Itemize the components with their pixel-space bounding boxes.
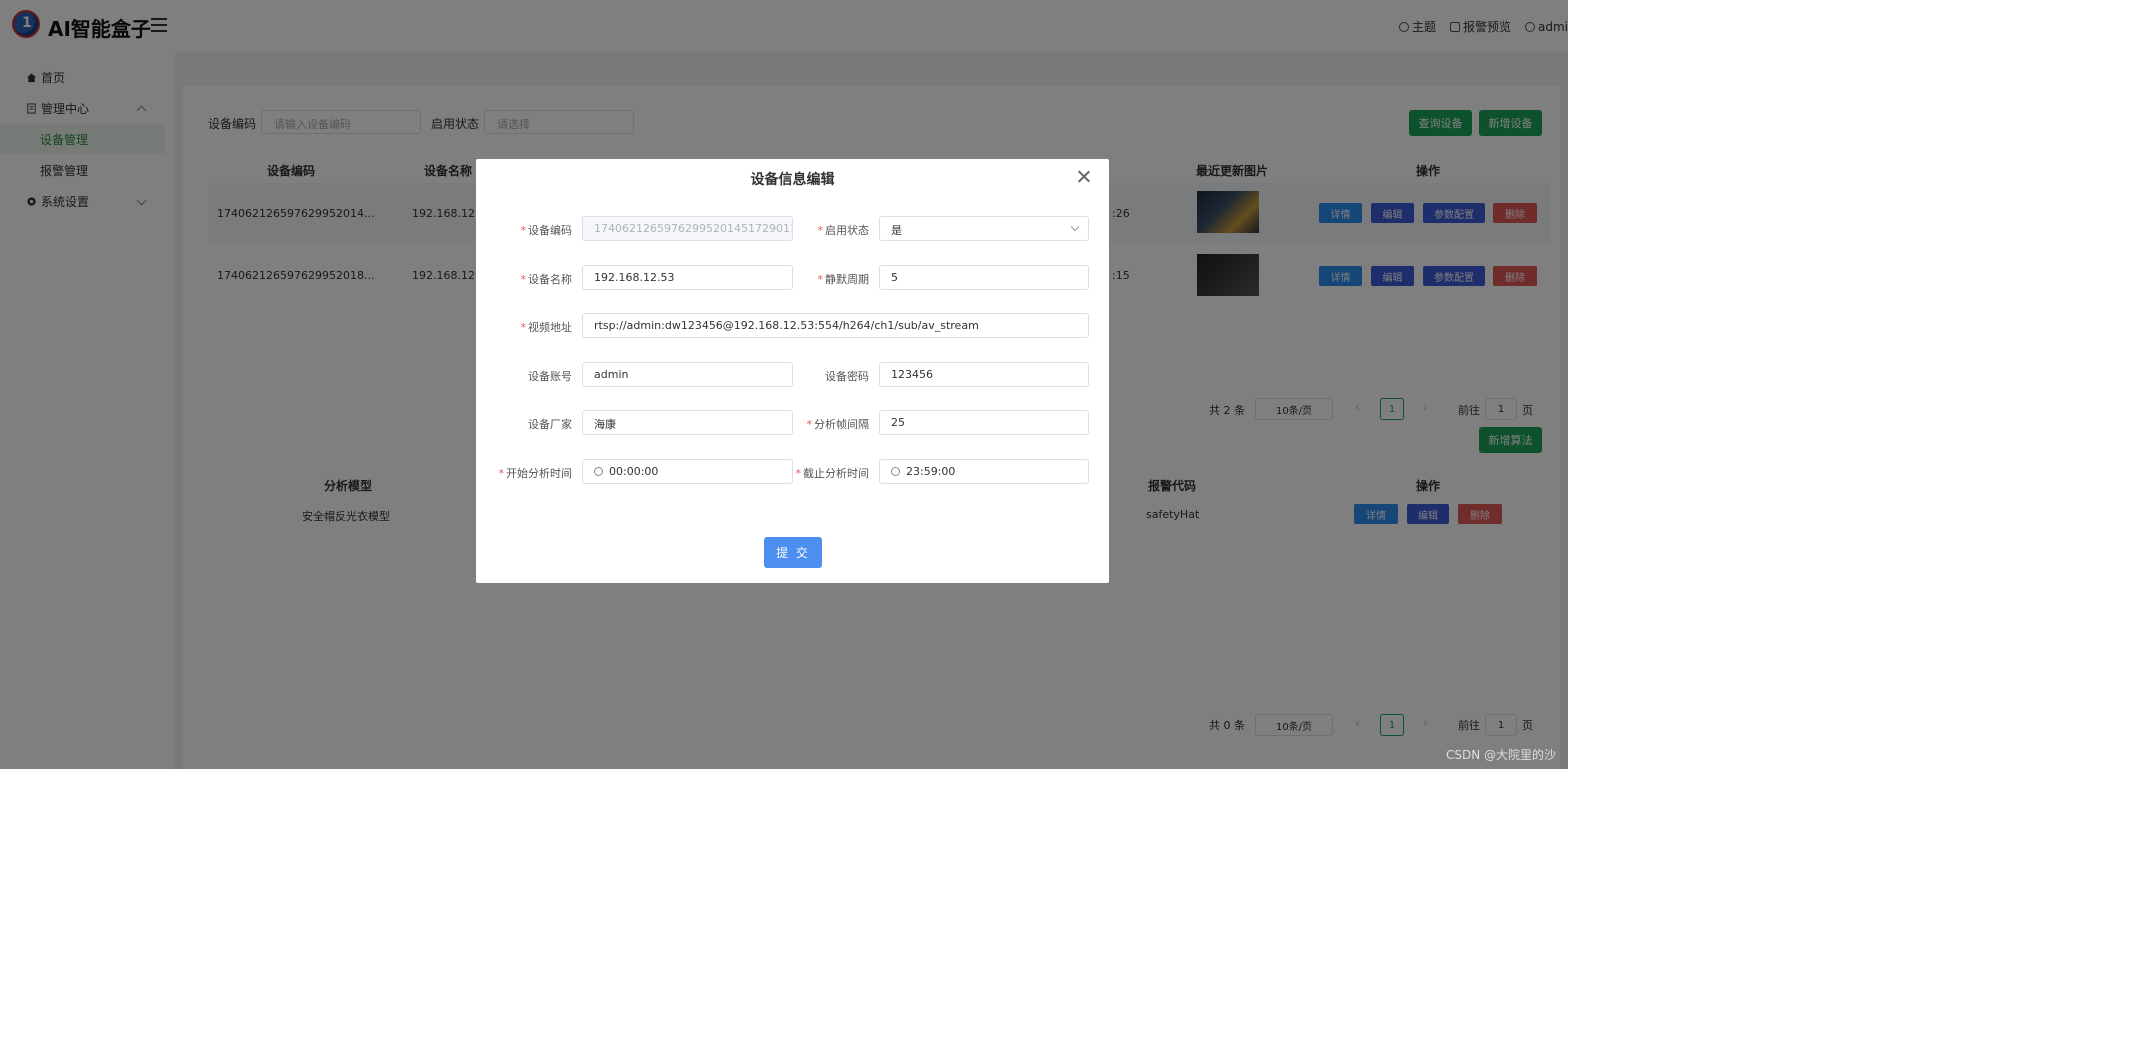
dialog-title: 设备信息编辑 bbox=[750, 172, 835, 188]
field-label: 截止分析时间 bbox=[803, 467, 869, 480]
field-label: 设备编码 bbox=[528, 224, 572, 237]
field-label: 分析帧间隔 bbox=[814, 418, 869, 431]
required-mark: * bbox=[520, 273, 527, 286]
submit-button[interactable]: 提 交 bbox=[764, 537, 822, 568]
chevron-down-icon bbox=[1070, 222, 1080, 232]
device-edit-dialog: 设备信息编辑 * 设备编码 174062126597629952014517290… bbox=[476, 159, 1109, 583]
end-time-picker[interactable]: 23:59:00 bbox=[879, 459, 1089, 484]
required-mark: * bbox=[795, 467, 802, 480]
password-label: 设备密码 bbox=[825, 370, 869, 383]
time-value: 00:00:00 bbox=[609, 465, 659, 478]
video-url-field[interactable]: rtsp://admin:dw123456@192.168.12.53:554/… bbox=[582, 313, 1089, 338]
enabled-select[interactable]: 是 bbox=[879, 216, 1089, 241]
account-label: 设备账号 bbox=[528, 370, 572, 383]
end-time-label: * 截止分析时间 bbox=[787, 465, 870, 481]
device-name-field[interactable]: 192.168.12.53 bbox=[582, 265, 793, 290]
required-mark: * bbox=[817, 273, 824, 286]
required-mark: * bbox=[498, 467, 505, 480]
silent-period-label: * 静默周期 bbox=[793, 271, 870, 287]
close-icon[interactable] bbox=[1077, 169, 1091, 183]
vendor-label: 设备厂家 bbox=[528, 418, 572, 431]
field-label: 视频地址 bbox=[528, 321, 572, 334]
silent-period-field[interactable]: 5 bbox=[879, 265, 1089, 290]
start-time-picker[interactable]: 00:00:00 bbox=[582, 459, 793, 484]
field-label: 开始分析时间 bbox=[506, 467, 572, 480]
account-field[interactable]: admin bbox=[582, 362, 793, 387]
video-url-label: * 视频地址 bbox=[496, 319, 573, 335]
password-field[interactable]: 123456 bbox=[879, 362, 1089, 387]
field-label: 启用状态 bbox=[825, 224, 869, 237]
device-code-field: 174062126597629952014517290110 bbox=[582, 216, 793, 241]
clock-icon bbox=[594, 467, 603, 476]
clock-icon bbox=[891, 467, 900, 476]
required-mark: * bbox=[520, 224, 527, 237]
frame-interval-field[interactable]: 25 bbox=[879, 410, 1089, 435]
watermark: CSDN @大院里的沙 bbox=[1445, 748, 1556, 762]
field-label: 设备名称 bbox=[528, 273, 572, 286]
select-value: 是 bbox=[891, 224, 902, 237]
device-code-label: * 设备编码 bbox=[496, 222, 573, 238]
required-mark: * bbox=[520, 321, 527, 334]
frame-interval-label: * 分析帧间隔 bbox=[793, 416, 870, 432]
field-label: 静默周期 bbox=[825, 273, 869, 286]
device-name-label: * 设备名称 bbox=[496, 271, 573, 287]
required-mark: * bbox=[806, 418, 813, 431]
time-value: 23:59:00 bbox=[906, 465, 956, 478]
start-time-label: * 开始分析时间 bbox=[490, 465, 573, 481]
enabled-label: * 启用状态 bbox=[793, 222, 870, 238]
required-mark: * bbox=[817, 224, 824, 237]
vendor-field[interactable]: 海康 bbox=[582, 410, 793, 435]
